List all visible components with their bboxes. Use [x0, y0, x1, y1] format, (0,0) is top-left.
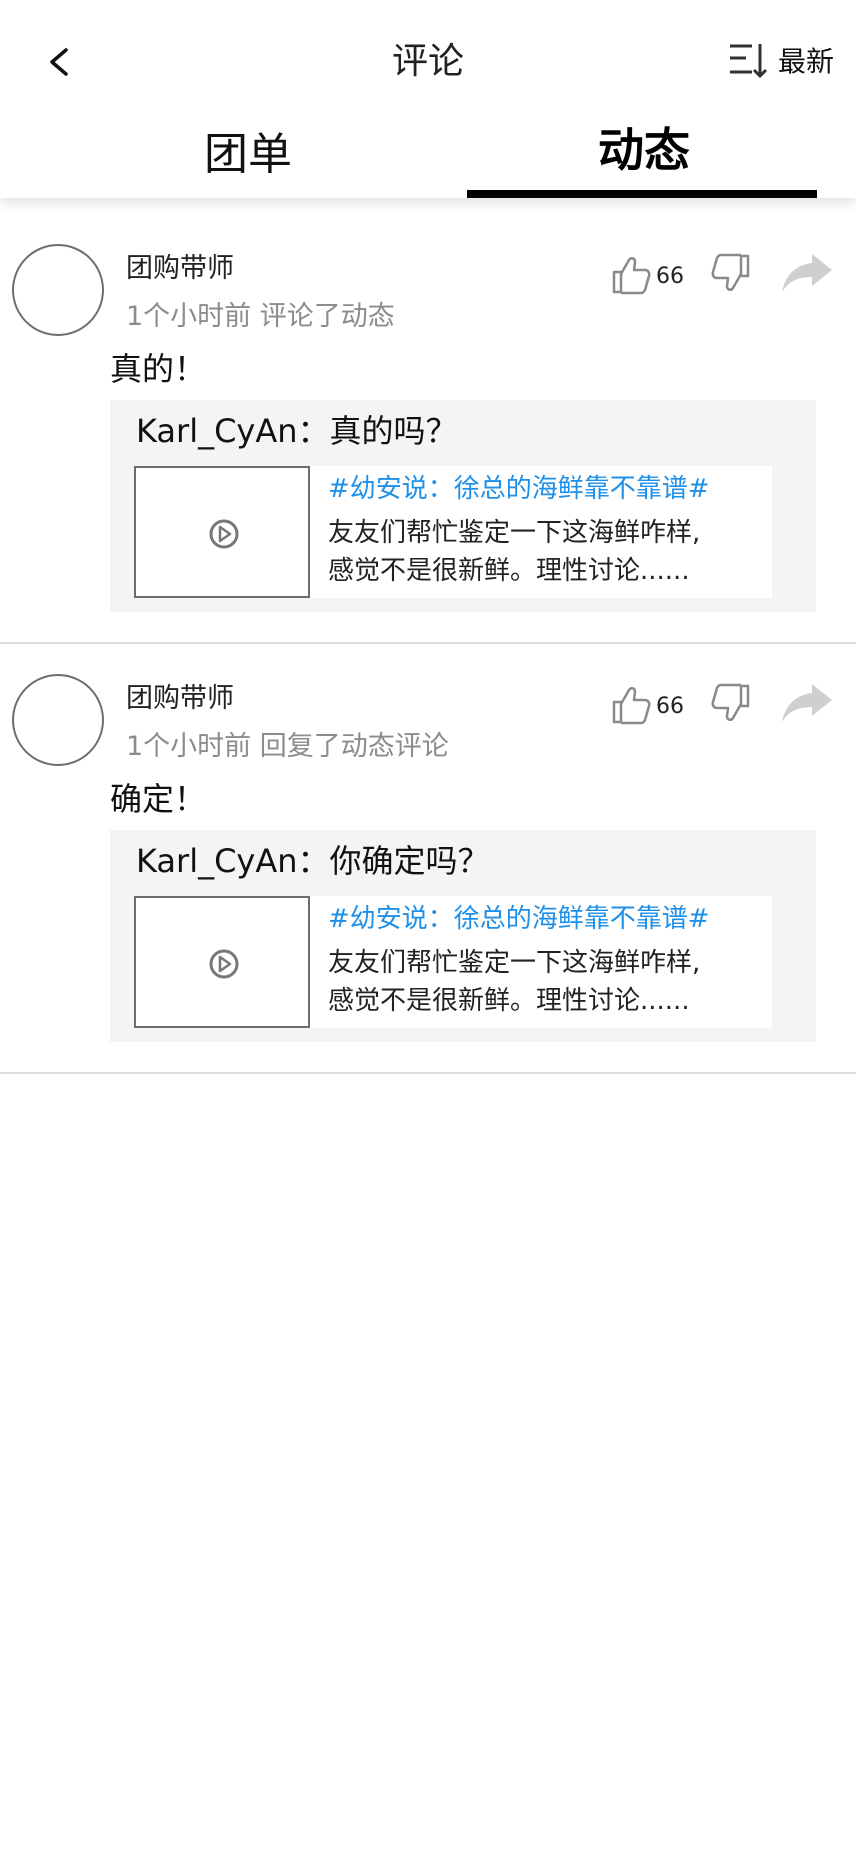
- description-line: 友友们帮忙鉴定一下这海鲜咋样,: [328, 948, 701, 978]
- comment-meta: 1个小时前 评论了动态: [126, 301, 395, 332]
- quote-text: Karl_CyAn：你确定吗？: [136, 842, 490, 880]
- comment-meta: 1个小时前 回复了动态评论: [126, 731, 449, 762]
- quote-text: Karl_CyAn：真的吗？: [136, 412, 458, 450]
- tab-group-deals[interactable]: 团单: [204, 118, 292, 182]
- video-thumbnail[interactable]: [134, 896, 310, 1028]
- like-count: 66: [656, 264, 684, 289]
- moment-description: 友友们帮忙鉴定一下这海鲜咋样, 感觉不是很新鲜。理性讨论......: [328, 514, 768, 590]
- sort-button[interactable]: 最新: [726, 36, 834, 84]
- thumbs-down-icon[interactable]: [710, 682, 754, 726]
- moment-preview-card[interactable]: #幼安说：徐总的海鲜靠不靠谱# 友友们帮忙鉴定一下这海鲜咋样, 感觉不是很新鲜。…: [134, 466, 772, 598]
- topic-link[interactable]: #幼安说：徐总的海鲜靠不靠谱#: [328, 468, 710, 505]
- share-arrow-icon[interactable]: [780, 250, 834, 296]
- header: 评论 最新 团单 动态: [0, 0, 856, 198]
- share-arrow-icon[interactable]: [780, 680, 834, 726]
- username[interactable]: 团购带师: [126, 676, 234, 715]
- quoted-comment[interactable]: Karl_CyAn：真的吗？ #幼安说：徐总的海鲜靠不靠谱# 友友们帮忙鉴定一下…: [110, 400, 816, 612]
- thumbs-up-icon[interactable]: [608, 252, 652, 296]
- active-tab-indicator: [467, 190, 817, 198]
- divider: [0, 1072, 856, 1074]
- description-line: 感觉不是很新鲜。理性讨论......: [328, 556, 690, 586]
- avatar[interactable]: [12, 674, 104, 766]
- thumbs-down-icon[interactable]: [710, 252, 754, 296]
- sort-label: 最新: [777, 45, 834, 78]
- avatar[interactable]: [12, 244, 104, 336]
- divider: [0, 642, 856, 644]
- video-thumbnail[interactable]: [134, 466, 310, 598]
- topic-link[interactable]: #幼安说：徐总的海鲜靠不靠谱#: [328, 898, 710, 935]
- like-count: 66: [656, 694, 684, 719]
- comment-text: 真的！: [110, 350, 207, 388]
- moment-preview-card[interactable]: #幼安说：徐总的海鲜靠不靠谱# 友友们帮忙鉴定一下这海鲜咋样, 感觉不是很新鲜。…: [134, 896, 772, 1028]
- tab-moments[interactable]: 动态: [598, 114, 690, 180]
- username[interactable]: 团购带师: [126, 246, 234, 285]
- play-icon: [206, 946, 242, 982]
- thumbs-up-icon[interactable]: [608, 682, 652, 726]
- moment-description: 友友们帮忙鉴定一下这海鲜咋样, 感觉不是很新鲜。理性讨论......: [328, 944, 768, 1020]
- quoted-comment[interactable]: Karl_CyAn：你确定吗？ #幼安说：徐总的海鲜靠不靠谱# 友友们帮忙鉴定一…: [110, 830, 816, 1042]
- sort-icon: [729, 44, 768, 79]
- description-line: 感觉不是很新鲜。理性讨论......: [328, 986, 690, 1016]
- description-line: 友友们帮忙鉴定一下这海鲜咋样,: [328, 518, 701, 548]
- comment-text: 确定！: [110, 780, 207, 818]
- play-icon: [206, 516, 242, 552]
